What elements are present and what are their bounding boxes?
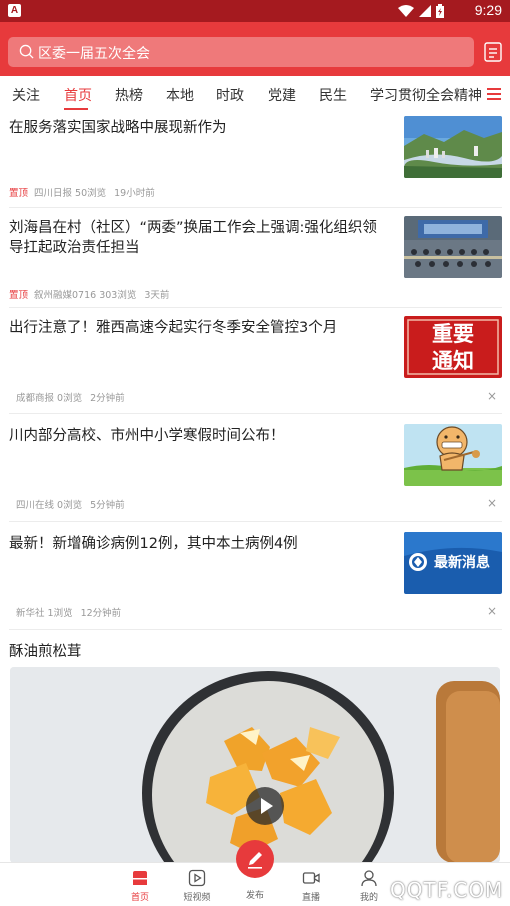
- article-thumbnail: [404, 424, 502, 486]
- nav-label: 直播: [301, 893, 320, 903]
- article-meta: 四川在线 0浏览 5分钟前: [16, 497, 125, 511]
- publish-label: 发布: [245, 891, 264, 901]
- article-source: 成都商报 0浏览: [16, 393, 83, 404]
- search-query-text: 区委一届五次全会: [38, 46, 150, 62]
- close-icon[interactable]: ×: [487, 604, 497, 618]
- news-item[interactable]: 出行注意了！雅西高速今起实行冬季安全管控3个月 成都商报 0浏览 2分钟前 重要 …: [0, 316, 510, 414]
- search-icon: [19, 44, 34, 59]
- play-icon: [261, 798, 273, 814]
- article-time: 2分钟前: [90, 393, 125, 404]
- video-preview-image: [10, 667, 500, 863]
- news-item[interactable]: 最新！新增确诊病例12例，其中本土病例4例 新华社 1浏览 12分钟前 最新消息 …: [0, 532, 510, 630]
- article-title: 在服务落实国家战略中展现新作为: [9, 120, 227, 136]
- nav-label: 首页: [130, 893, 149, 903]
- camera-icon: [302, 872, 320, 884]
- thumbnail-text: 重要: [432, 322, 474, 346]
- tab-local[interactable]: 本地: [166, 85, 194, 105]
- wifi-icon: [398, 5, 414, 17]
- menu-icon[interactable]: [487, 88, 501, 100]
- pinned-badge: 置顶: [9, 188, 29, 199]
- clock: 9:29: [474, 2, 502, 18]
- user-icon: [361, 870, 377, 887]
- home-icon: [133, 871, 147, 885]
- article-source: 四川在线 0浏览: [16, 500, 83, 511]
- article-source: 新华社 1浏览: [16, 608, 73, 619]
- nav-label: 短视频: [183, 893, 211, 903]
- article-time: 5分钟前: [90, 500, 125, 511]
- status-bar: A 9:29: [0, 0, 510, 22]
- close-icon[interactable]: ×: [487, 389, 497, 403]
- play-button[interactable]: [246, 787, 284, 825]
- article-source: 四川日报 50浏览: [34, 188, 107, 199]
- news-item[interactable]: 刘海昌在村（社区）“两委”换届工作会上强调:强化组织领导扛起政治责任担当 置顶叙…: [0, 216, 510, 308]
- news-item[interactable]: 在服务落实国家战略中展现新作为 置顶 四川日报 50浏览 19小时前: [0, 116, 510, 208]
- app-notification-icon: A: [8, 4, 21, 17]
- pinned-badge: 置顶: [9, 290, 29, 301]
- news-item[interactable]: 川内部分高校、市州中小学寒假时间公布！ 四川在线 0浏览 5分钟前 ×: [0, 424, 510, 522]
- article-thumbnail: [404, 116, 502, 178]
- article-thumbnail: 最新消息: [404, 532, 502, 594]
- pen-icon: [248, 852, 262, 869]
- tab-livelihood[interactable]: 民生: [319, 85, 347, 105]
- video-title[interactable]: 酥油煎松茸: [9, 640, 82, 661]
- article-thumbnail: [404, 216, 502, 278]
- article-meta: 成都商报 0浏览 2分钟前: [16, 390, 125, 404]
- article-source: 叙州融媒0716 303浏览: [34, 290, 137, 301]
- app-header: 区委一届五次全会: [0, 22, 510, 76]
- tab-hot[interactable]: 热榜: [115, 85, 143, 105]
- article-thumbnail: 重要 通知: [404, 316, 502, 378]
- divider: [9, 629, 502, 630]
- article-title: 刘海昌在村（社区）“两委”换届工作会上强调:强化组织领导扛起政治责任担当: [9, 220, 377, 256]
- divider: [9, 207, 502, 208]
- close-icon[interactable]: ×: [487, 496, 497, 510]
- article-title: 出行注意了！雅西高速今起实行冬季安全管控3个月: [9, 320, 338, 336]
- tab-follow[interactable]: 关注: [12, 85, 40, 105]
- watermark-text: QQTF.COM: [390, 878, 504, 902]
- article-meta: 置顶 叙州融媒0716 303浏览 3天前: [9, 287, 169, 301]
- nav-short-video[interactable]: 短视频: [167, 863, 227, 906]
- video-thumbnail[interactable]: [10, 667, 500, 863]
- divider: [9, 413, 502, 414]
- article-title: 最新！新增确诊病例12例，其中本土病例4例: [9, 536, 298, 552]
- category-tabs: 关注 首页 热榜 本地 时政 党建 民生 学习贯彻全会精神: [0, 76, 510, 114]
- system-icons: [398, 4, 444, 18]
- publish-button[interactable]: [236, 840, 274, 878]
- nav-live[interactable]: 直播: [281, 863, 341, 906]
- video-play-icon: [188, 869, 206, 887]
- nav-home[interactable]: 首页: [110, 863, 170, 906]
- article-meta: 新华社 1浏览 12分钟前: [16, 605, 121, 619]
- battery-icon: [436, 4, 444, 18]
- tab-home[interactable]: 首页: [64, 85, 92, 105]
- search-input[interactable]: 区委一届五次全会: [8, 37, 474, 67]
- article-meta: 置顶 四川日报 50浏览 19小时前: [9, 185, 155, 199]
- tab-politics[interactable]: 时政: [216, 85, 244, 105]
- tab-party[interactable]: 党建: [268, 85, 296, 105]
- article-title: 川内部分高校、市州中小学寒假时间公布！: [9, 428, 285, 444]
- divider: [9, 307, 502, 308]
- divider: [9, 521, 502, 522]
- history-icon[interactable]: [484, 42, 502, 62]
- article-time: 19小时前: [114, 188, 155, 199]
- active-tab-indicator: [64, 108, 88, 110]
- thumbnail-text: 最新消息: [434, 554, 490, 571]
- thumbnail-text: 通知: [432, 349, 474, 373]
- article-time: 12分钟前: [80, 608, 122, 619]
- tab-study[interactable]: 学习贯彻全会精神: [370, 85, 482, 105]
- signal-icon: [419, 5, 431, 17]
- article-time: 3天前: [144, 290, 170, 301]
